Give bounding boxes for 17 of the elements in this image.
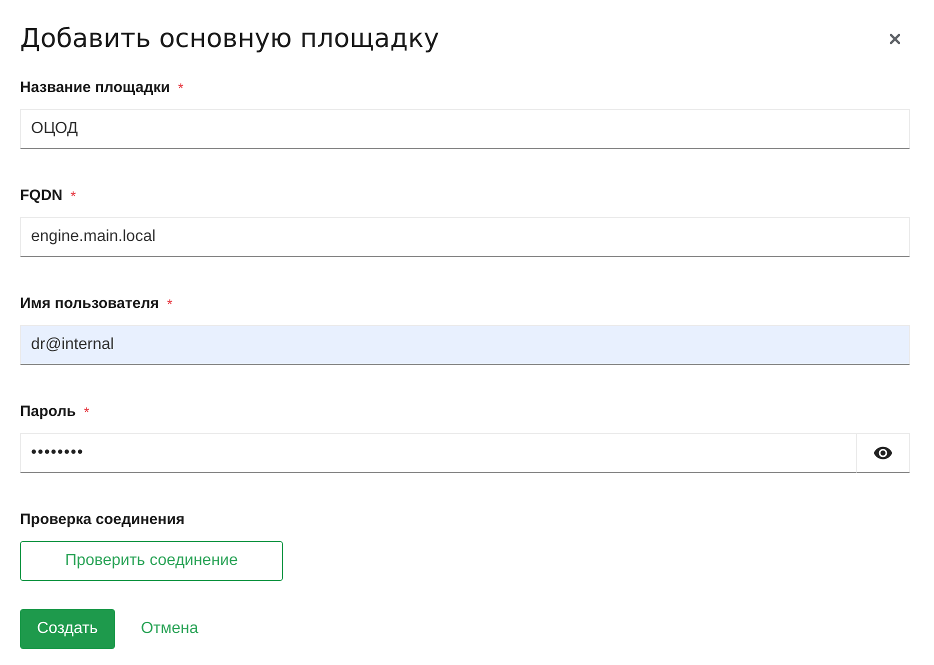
required-asterisk: * (70, 187, 76, 206)
field-label: Имя пользователя (20, 294, 159, 314)
required-asterisk: * (178, 79, 184, 98)
show-password-button[interactable] (857, 433, 910, 473)
dialog-title: Добавить основную площадку (20, 22, 440, 56)
section-label: Проверка соединения (20, 510, 185, 530)
input-field[interactable]: dr@internal (20, 325, 910, 365)
create-button[interactable]: Создать (20, 609, 115, 649)
required-asterisk: * (166, 295, 172, 314)
close-icon (887, 31, 903, 47)
password-field[interactable]: •••••••• (20, 433, 857, 473)
field-label: Название площадки (20, 78, 170, 98)
input-field[interactable]: ОЦОД (20, 109, 910, 149)
required-asterisk: * (84, 403, 90, 422)
field-label: Пароль (20, 402, 76, 422)
field-label: FQDN (20, 186, 62, 206)
input-field[interactable]: engine.main.local (20, 217, 910, 257)
